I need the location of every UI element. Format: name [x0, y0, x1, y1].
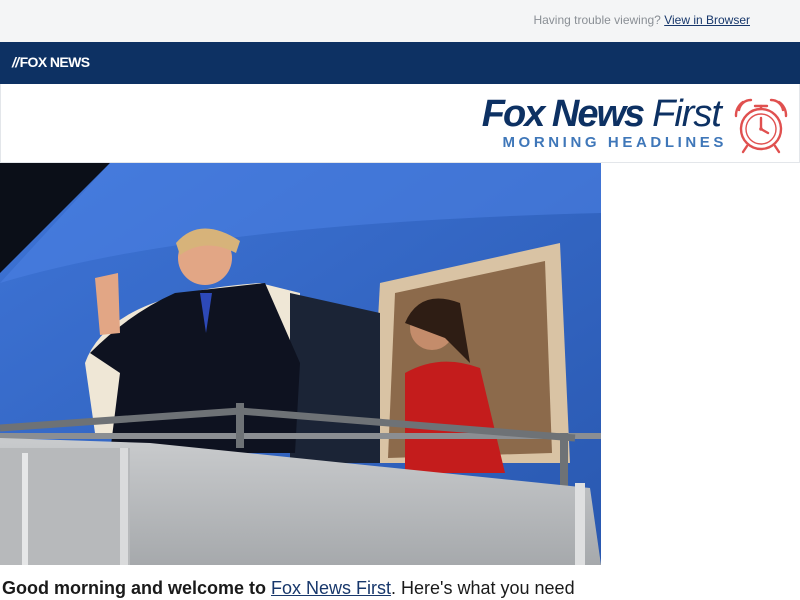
trouble-viewing-text: Having trouble viewing? — [533, 13, 661, 27]
masthead-title-light: First — [652, 93, 722, 135]
masthead-subtitle: MORNING HEADLINES — [502, 134, 727, 151]
fox-news-first-link[interactable]: Fox News First — [271, 578, 391, 598]
intro-greeting: Good morning and welcome to — [2, 578, 272, 598]
intro-paragraph: Good morning and welcome to Fox News Fir… — [2, 576, 782, 600]
photo-icon — [0, 163, 601, 565]
intro-tail: . Here's what you need — [391, 578, 575, 598]
logo-text: FOX NEWS — [19, 54, 90, 70]
masthead-title-bold: Fox News — [481, 93, 645, 135]
fox-news-logo[interactable]: //FOX NEWS — [12, 54, 90, 70]
masthead-title: Fox News First — [481, 92, 722, 136]
logo-slash-icon: // — [12, 54, 19, 70]
view-in-browser-link[interactable]: View in Browser — [664, 13, 750, 27]
alarm-clock-icon — [733, 96, 789, 154]
hero-photo[interactable] — [0, 163, 601, 565]
brand-bar: //FOX NEWS — [0, 42, 800, 84]
preheader-content: Having trouble viewing? View in Browser — [533, 13, 750, 27]
masthead: Fox News First MORNING HEADLINES — [0, 84, 800, 163]
preheader-bar: Having trouble viewing? View in Browser — [0, 0, 800, 42]
